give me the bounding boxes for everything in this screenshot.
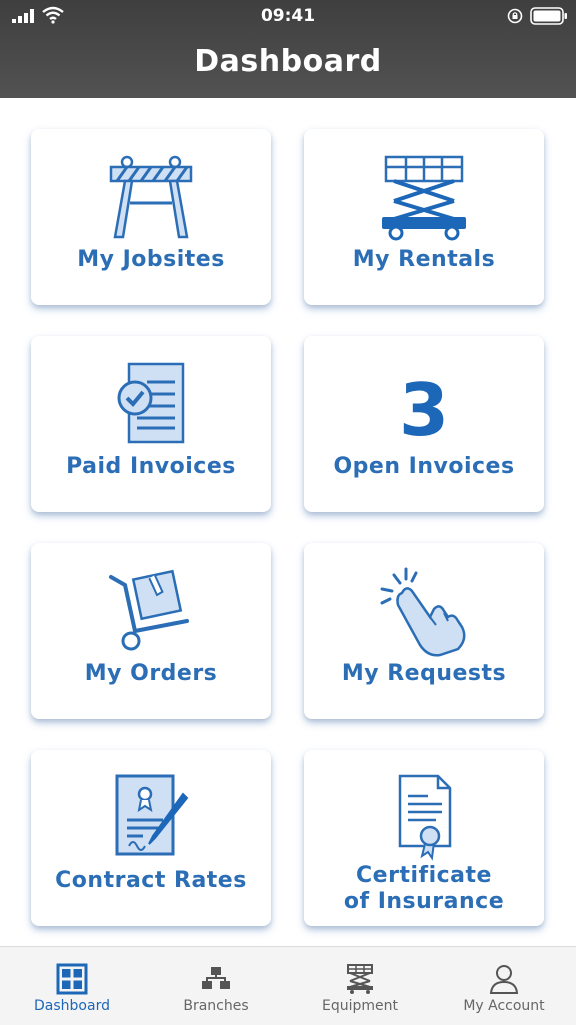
tile-label: My Jobsites xyxy=(77,247,225,272)
tile-open-invoices[interactable]: 3 Open Invoices xyxy=(304,336,544,512)
tile-my-orders[interactable]: My Orders xyxy=(31,543,271,719)
tile-my-jobsites[interactable]: My Jobsites xyxy=(31,129,271,305)
tile-label: My Rentals xyxy=(352,247,496,272)
tile-label: My Orders xyxy=(84,661,218,686)
tab-label: Dashboard xyxy=(34,998,110,1014)
open-invoices-count: 3 xyxy=(398,368,450,452)
tile-my-requests[interactable]: My Requests xyxy=(304,543,544,719)
barricade-icon xyxy=(109,155,193,239)
tab-label: My Account xyxy=(463,998,545,1014)
hand-tap-icon xyxy=(380,567,466,657)
tile-label: Paid Invoices xyxy=(66,454,236,479)
paid-invoice-icon xyxy=(117,362,185,444)
certificate-icon xyxy=(398,774,452,861)
tile-label: Certificate of Insurance xyxy=(304,863,544,915)
tile-label: My Requests xyxy=(341,661,507,686)
tab-dashboard[interactable]: Dashboard xyxy=(0,947,144,1025)
status-time: 09:41 xyxy=(260,6,316,26)
equipment-icon xyxy=(347,964,373,994)
battery-icon xyxy=(530,7,567,25)
tile-certificate-of-insurance[interactable]: Certificate of Insurance xyxy=(304,750,544,926)
tile-contract-rates[interactable]: Contract Rates xyxy=(31,750,271,926)
branches-icon xyxy=(202,967,230,989)
dashboard-grid: My Jobsites My Rentals Paid Invoices 3 O… xyxy=(0,98,576,946)
tab-my-account[interactable]: My Account xyxy=(432,947,576,1025)
tile-label-line2: of Insurance xyxy=(343,889,505,914)
app-header: 09:41 Dashboard xyxy=(0,0,576,98)
dashboard-grid-icon xyxy=(56,963,88,995)
tab-label: Equipment xyxy=(322,998,398,1014)
tile-my-rentals[interactable]: My Rentals xyxy=(304,129,544,305)
hand-truck-icon xyxy=(109,569,189,651)
rotation-lock-icon xyxy=(507,8,523,24)
tab-branches[interactable]: Branches xyxy=(144,947,288,1025)
page-title: Dashboard xyxy=(194,44,382,79)
scissor-lift-icon xyxy=(382,155,466,241)
tile-label: Open Invoices xyxy=(333,454,515,479)
tile-label: Contract Rates xyxy=(55,868,247,893)
tile-label-line1: Certificate xyxy=(356,863,492,888)
tab-bar: Dashboard Branches Equipment My Account xyxy=(0,946,576,1025)
tile-paid-invoices[interactable]: Paid Invoices xyxy=(31,336,271,512)
contract-icon xyxy=(115,774,189,856)
person-icon xyxy=(489,965,519,994)
tab-equipment[interactable]: Equipment xyxy=(288,947,432,1025)
tab-label: Branches xyxy=(183,998,249,1014)
status-bar: 09:41 xyxy=(0,0,576,32)
